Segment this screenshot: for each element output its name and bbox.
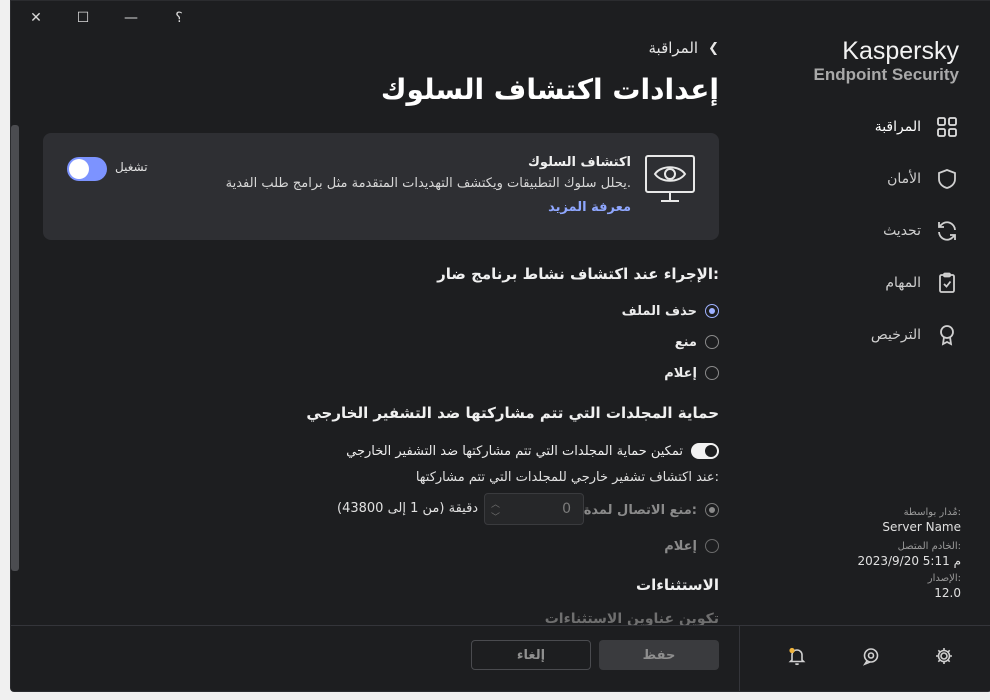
minimize-window-button[interactable]: — [116, 6, 146, 30]
footer-divider [739, 625, 740, 691]
shared-folders-toggle-row[interactable]: تمكين حماية المجلدات التي تتم مشاركتها ض… [346, 441, 719, 461]
minimize-icon: — [124, 10, 138, 26]
minutes-range-label: دقيقة (من 1 إلى 43800) [337, 501, 479, 516]
radio-label: منع [674, 334, 697, 350]
gear-icon[interactable] [934, 646, 954, 666]
radio-block-connection[interactable]: منع الاتصال لمدة: [584, 500, 719, 520]
toggle-label: تشغيل [115, 160, 148, 174]
radio-button[interactable] [705, 304, 719, 318]
behavior-detection-card: اكتشاف السلوك يحلل سلوك التطبيقات ويكتشف… [43, 133, 719, 240]
clipboard-check-icon [939, 272, 955, 293]
shared-folders-toggle[interactable] [691, 443, 719, 459]
toggle-knob [69, 159, 89, 179]
version-info: الإصدار: 12.0 [928, 573, 961, 600]
sidebar-item-security[interactable]: الأمان [779, 163, 959, 195]
radio-delete-file[interactable]: حذف الملف [622, 301, 719, 321]
breadcrumb-label: المراقبة [648, 39, 699, 57]
radio-block[interactable]: منع [675, 332, 719, 352]
brand-product: Endpoint Security [813, 65, 959, 84]
toggle-label: تمكين حماية المجلدات التي تتم مشاركتها ض… [346, 443, 683, 459]
sidebar-item-license[interactable]: الترخيص [779, 319, 959, 351]
bottom-bar: حفظ إلغاء [11, 625, 990, 691]
app-window: ✕ ☐ — ؟ Kaspersky Endpoint Security المر… [10, 0, 990, 692]
sidebar-item-label: الترخيص [870, 327, 921, 343]
action-section-heading: الإجراء عند اكتشاف نشاط برنامج ضار: [437, 265, 719, 283]
dashboard-grid-icon [937, 117, 957, 137]
radio-label: إعلام [664, 365, 697, 381]
card-description: يحلل سلوك التطبيقات ويكتشف التهديدات الم… [225, 176, 631, 191]
connected-label: الخادم المتصل: [897, 541, 961, 552]
encryption-detected-label: عند اكتشاف تشفير خارجي للمجلدات التي تتم… [415, 470, 719, 485]
radio-button[interactable] [705, 539, 719, 553]
version-label: الإصدار: [927, 573, 961, 584]
support-chat-icon[interactable] [861, 646, 881, 666]
sidebar-item-label: المهام [885, 275, 921, 291]
close-icon: ✕ [30, 10, 42, 26]
sidebar-item-update[interactable]: تحديث [779, 215, 959, 247]
radio-button[interactable] [705, 335, 719, 349]
radio-notify-shared[interactable]: إعلام [664, 536, 719, 556]
maximize-icon: ☐ [76, 10, 90, 26]
notification-bell-icon[interactable] [787, 646, 807, 666]
scrollbar-thumb[interactable] [11, 125, 19, 571]
monitor-eye-icon [645, 155, 695, 202]
page-title: إعدادات اكتشاف السلوك [380, 73, 719, 106]
radio-label: حذف الملف [621, 303, 697, 319]
exclusions-heading: الاستثناءات [636, 576, 719, 594]
shield-icon [938, 169, 956, 189]
brand-name: Kaspersky [842, 37, 959, 65]
shared-folders-heading: حماية المجلدات التي تتم مشاركتها ضد التش… [306, 404, 719, 422]
learn-more-link[interactable]: معرفة المزيد [548, 200, 631, 215]
card-title: اكتشاف السلوك [528, 155, 631, 170]
cancel-button[interactable]: إلغاء [471, 640, 591, 670]
award-ribbon-icon [940, 325, 954, 346]
radio-label: إعلام [664, 538, 697, 554]
radio-notify[interactable]: إعلام [664, 363, 719, 383]
radio-label: منع الاتصال لمدة: [583, 502, 697, 518]
chevron-up-icon[interactable]: ︿ [491, 497, 500, 510]
sidebar-item-tasks[interactable]: المهام [779, 267, 959, 299]
maximize-window-button[interactable]: ☐ [68, 6, 98, 30]
sidebar-item-label: تحديث [883, 223, 921, 239]
sidebar-item-monitoring[interactable]: المراقبة [779, 111, 959, 143]
managed-by-value: Server Name [882, 520, 961, 534]
connected-value: 2023/9/20 5:11 م [857, 554, 961, 568]
toggle-knob [705, 445, 717, 457]
sidebar-item-label: الأمان [887, 171, 921, 187]
chevron-left-icon: ❮ [708, 40, 719, 56]
behavior-detection-toggle[interactable] [67, 157, 107, 181]
chevron-down-icon[interactable]: ﹀ [491, 510, 500, 523]
connected-server-info: الخادم المتصل: 2023/9/20 5:11 م [857, 541, 961, 568]
managed-by-label: مُدار بواسطة: [903, 507, 961, 518]
title-bar: ✕ ☐ — ؟ [11, 1, 990, 35]
managed-by-info: مُدار بواسطة: Server Name [882, 507, 961, 534]
radio-button[interactable] [705, 503, 719, 517]
breadcrumb[interactable]: ❮ المراقبة [649, 39, 720, 57]
save-button[interactable]: حفظ [599, 640, 719, 670]
radio-button[interactable] [705, 366, 719, 380]
stepper-value: 0 [562, 501, 571, 517]
version-value: 12.0 [934, 586, 961, 600]
sidebar-item-label: المراقبة [874, 119, 921, 135]
block-minutes-stepper[interactable]: ︿ ﹀ 0 [484, 493, 584, 525]
refresh-icon [938, 221, 956, 241]
close-window-button[interactable]: ✕ [21, 6, 51, 30]
help-button[interactable]: ؟ [164, 6, 194, 30]
help-icon: ؟ [175, 10, 183, 26]
